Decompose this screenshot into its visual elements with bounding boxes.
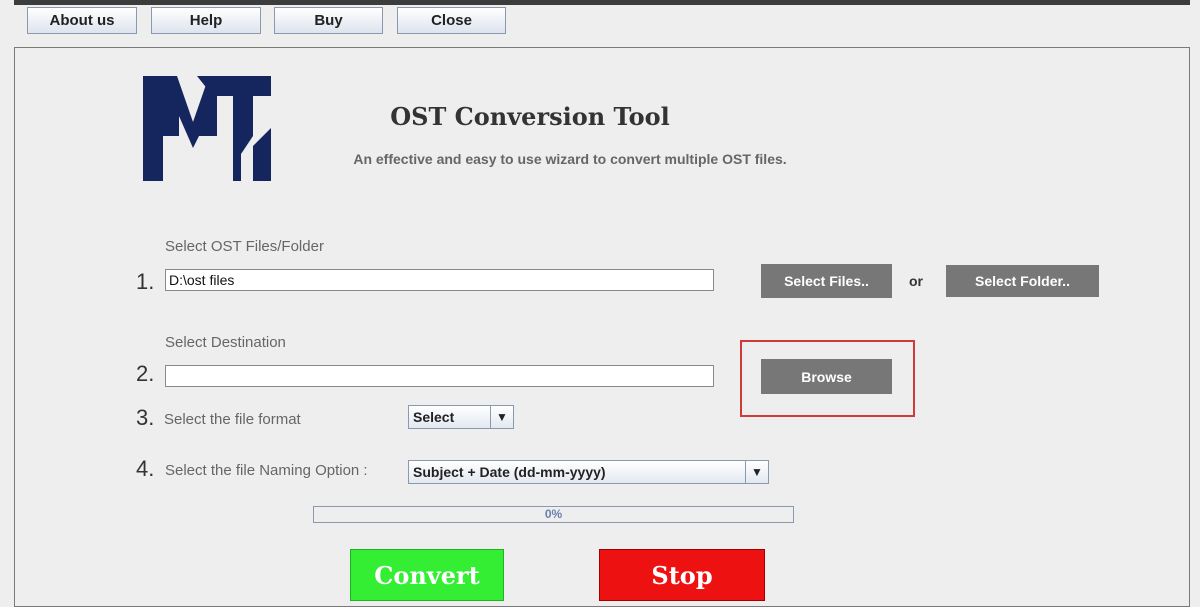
naming-option-select[interactable]: Subject + Date (dd-mm-yyyy) ▼ — [408, 460, 769, 484]
select-destination-label: Select Destination — [165, 334, 286, 351]
progress-text: 0% — [544, 507, 563, 521]
help-button[interactable]: Help — [151, 7, 261, 34]
file-format-value: Select — [413, 409, 455, 425]
ost-path-input[interactable]: D:\ost files — [165, 269, 714, 291]
progress-bar: 0% — [313, 506, 794, 523]
destination-path-input[interactable] — [165, 365, 714, 387]
stop-button[interactable]: Stop — [599, 549, 765, 601]
window-top-bar — [14, 0, 1190, 5]
select-files-button[interactable]: Select Files.. — [761, 264, 892, 298]
app-subtitle: An effective and easy to use wizard to c… — [353, 151, 787, 167]
step-2-number: 2. — [136, 361, 155, 386]
naming-option-label: Select the file Naming Option : — [165, 462, 368, 479]
browse-button[interactable]: Browse — [761, 359, 892, 394]
naming-option-value: Subject + Date (dd-mm-yyyy) — [413, 464, 606, 480]
select-folder-button[interactable]: Select Folder.. — [946, 265, 1099, 297]
buy-button[interactable]: Buy — [274, 7, 383, 34]
file-format-label: Select the file format — [164, 411, 301, 428]
chevron-down-icon[interactable]: ▼ — [490, 406, 513, 428]
file-format-select[interactable]: Select ▼ — [408, 405, 514, 429]
step-3-number: 3. — [136, 405, 155, 430]
select-ost-label: Select OST Files/Folder — [165, 238, 324, 255]
step-1-number: 1. — [136, 269, 155, 294]
app-title: OST Conversion Tool — [390, 102, 670, 131]
convert-button[interactable]: Convert — [350, 549, 504, 601]
step-4-number: 4. — [136, 456, 155, 481]
about-us-button[interactable]: About us — [27, 7, 137, 34]
or-label: or — [909, 273, 923, 289]
chevron-down-icon[interactable]: ▼ — [745, 461, 768, 483]
mt-logo — [143, 76, 271, 181]
close-button[interactable]: Close — [397, 7, 506, 34]
